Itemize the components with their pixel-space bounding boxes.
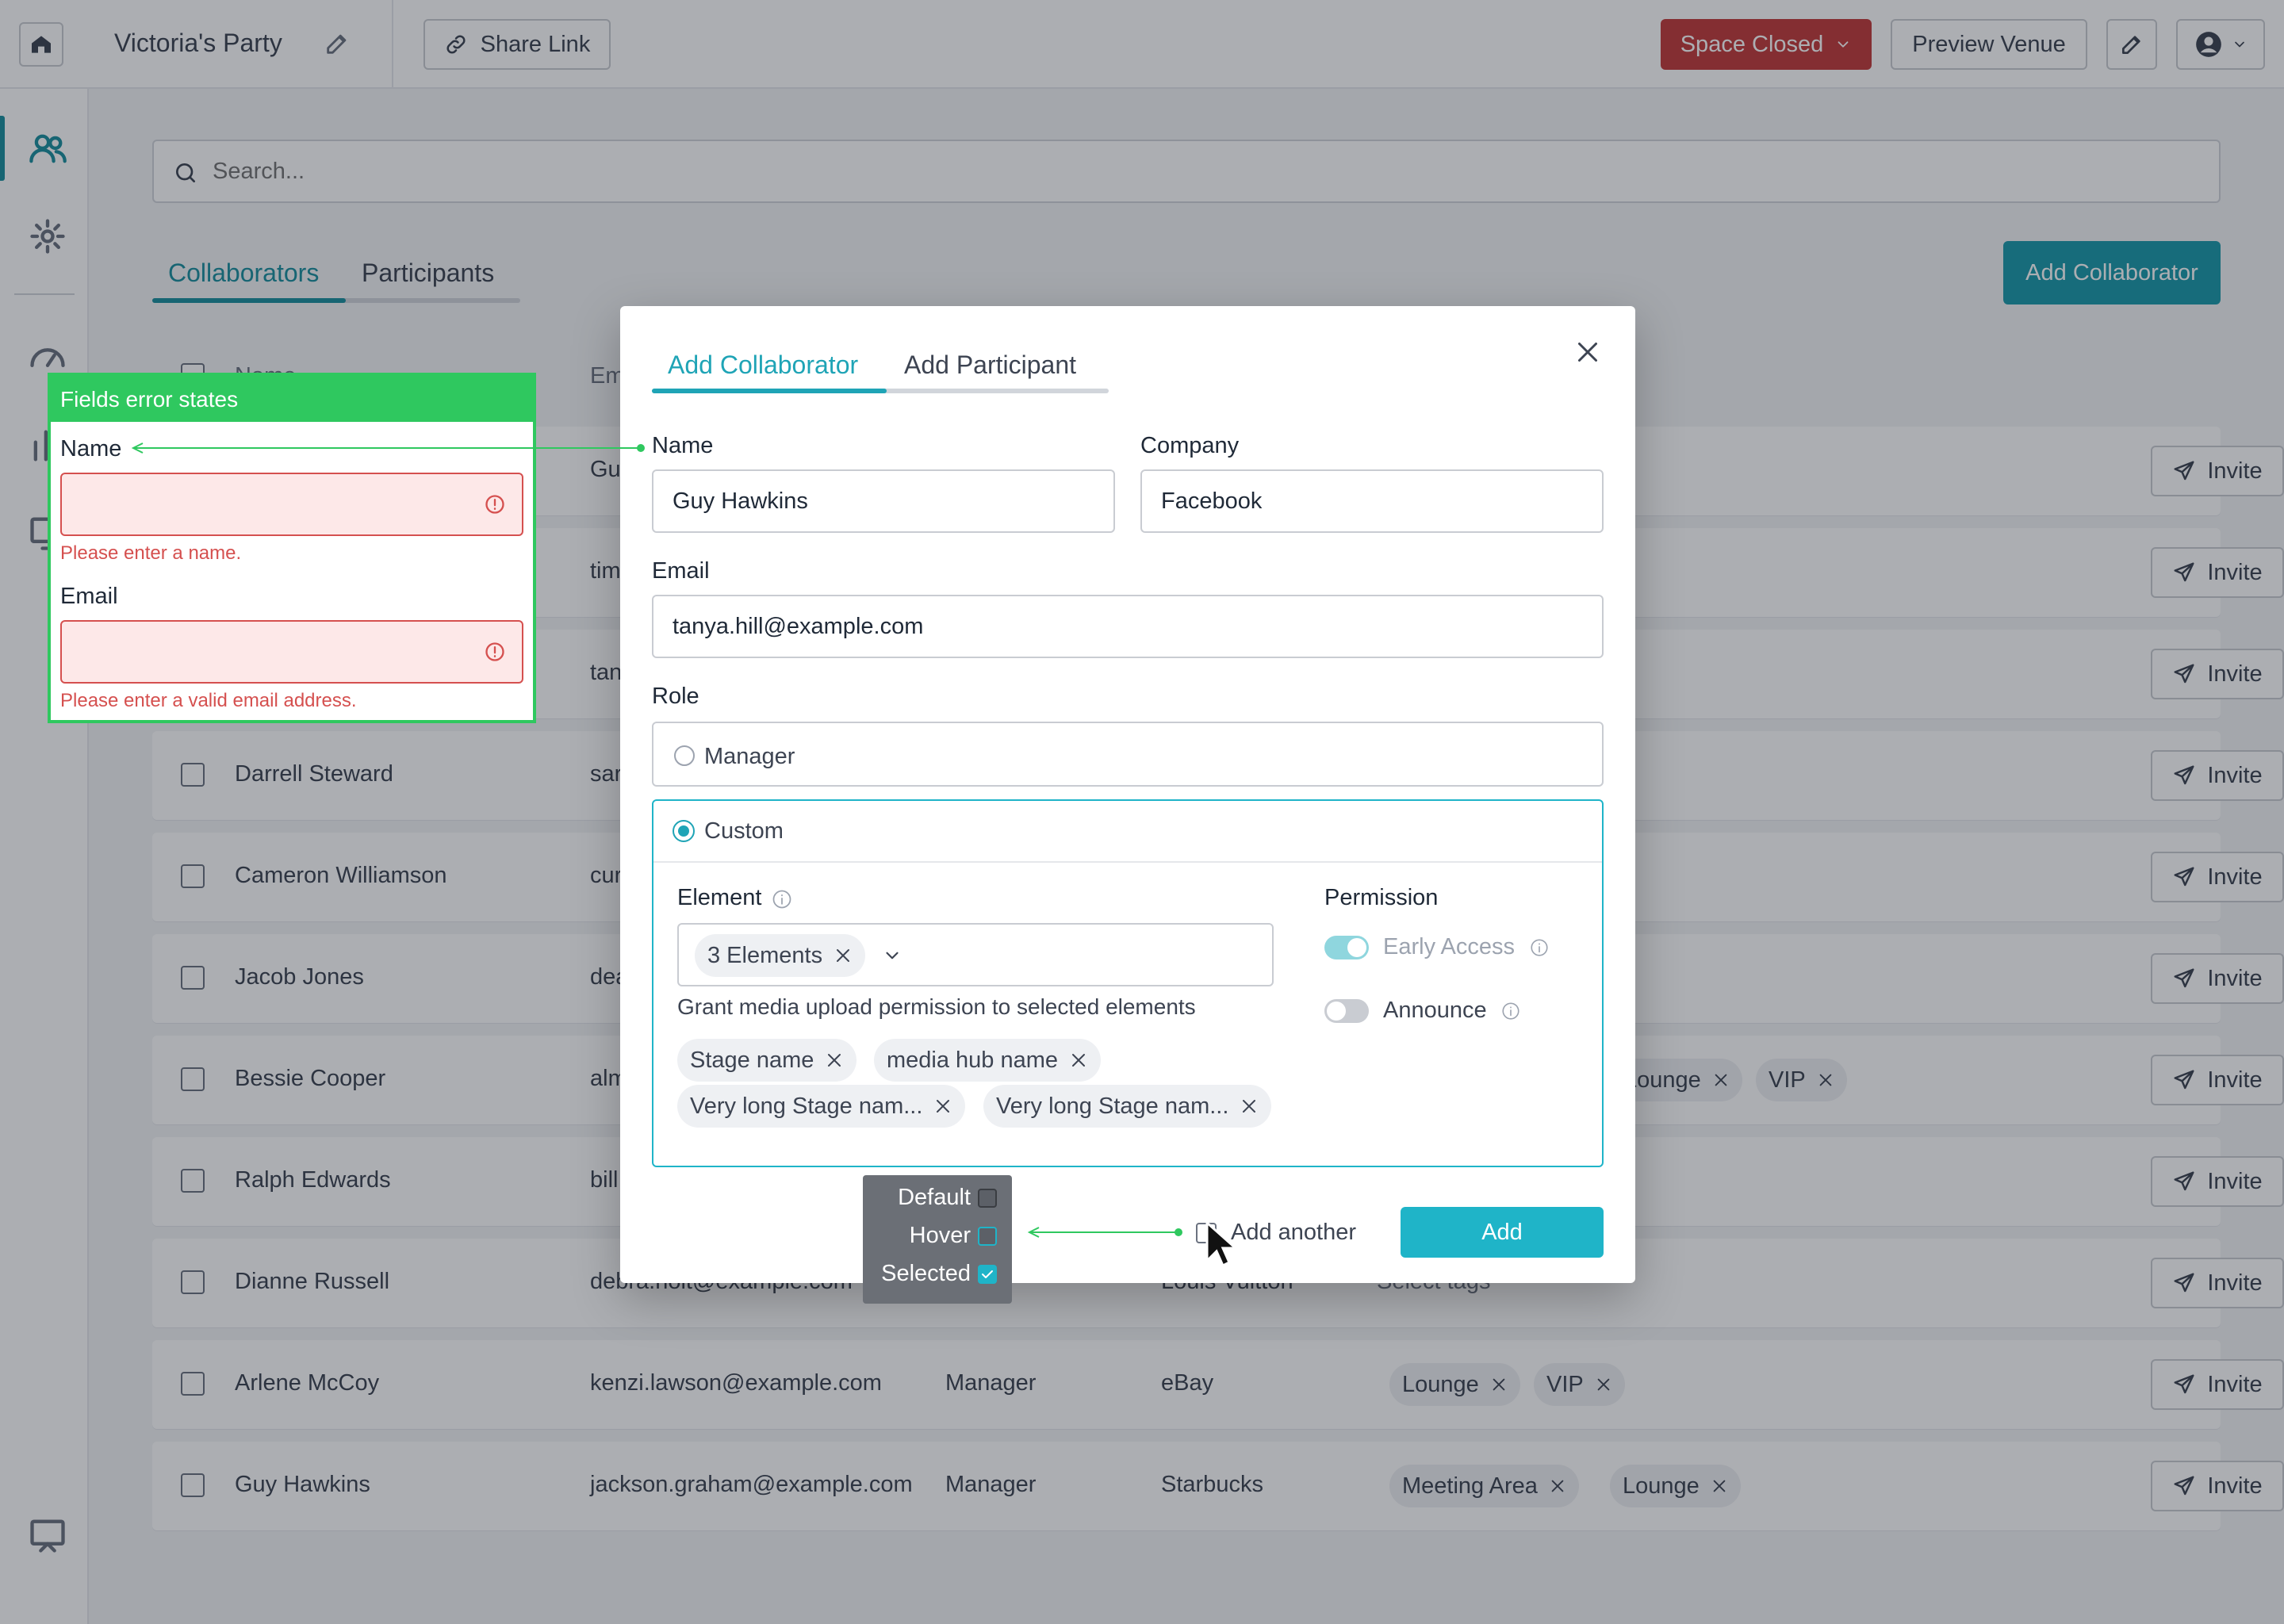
- annotation-connectors: [131, 442, 1182, 1238]
- check-icon: [982, 1270, 993, 1278]
- state-selected-label: Selected: [881, 1261, 971, 1286]
- state-selected-box: [978, 1265, 997, 1284]
- state-default-box: [978, 1189, 997, 1208]
- checkbox-connector-dot: [1175, 1228, 1182, 1236]
- name-connector-dot: [637, 444, 645, 452]
- state-default-label: Default: [898, 1185, 971, 1210]
- state-hover-label: Hover: [909, 1223, 971, 1248]
- state-hover-box: [978, 1227, 997, 1246]
- checkbox-states-annotation: Default Hover Selected: [863, 1175, 1012, 1304]
